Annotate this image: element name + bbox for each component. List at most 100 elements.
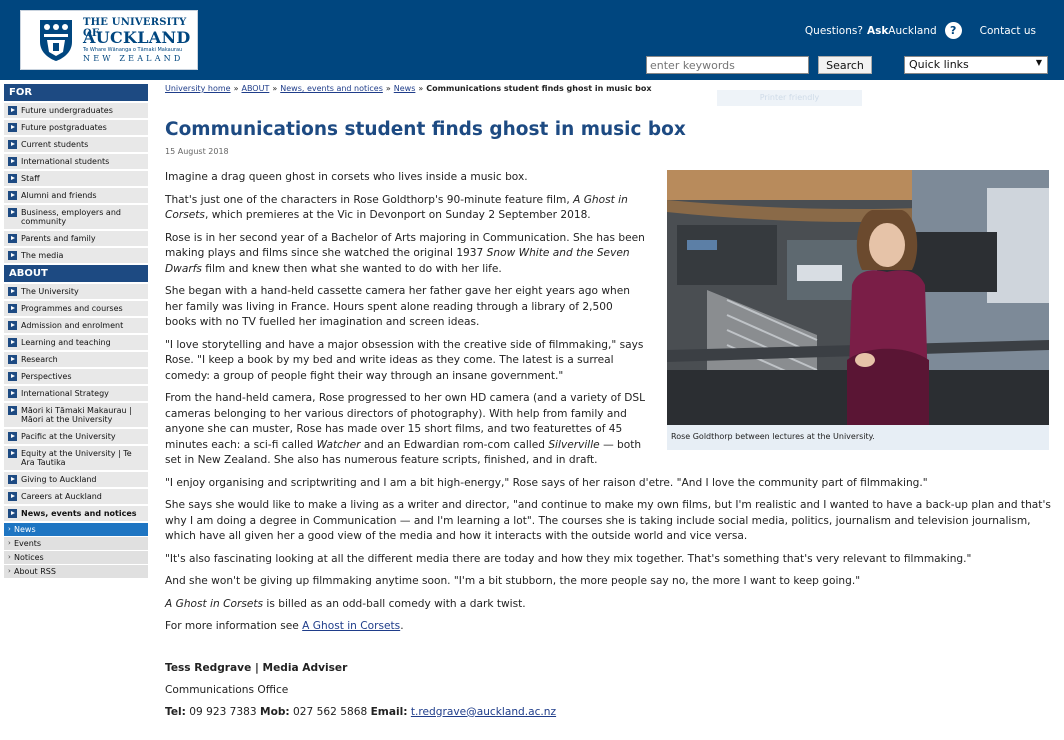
sidebar-subitem-news[interactable]: › News xyxy=(4,523,148,536)
film-title: A Ghost in Corsets xyxy=(165,597,264,610)
sidebar-subitem-rss[interactable]: › About RSS xyxy=(4,565,148,578)
sidebar-item-label: Māori ki Tāmaki Makaurau | Māori at the … xyxy=(21,406,132,424)
sidebar-subitem-label: Notices xyxy=(14,553,44,562)
article-paragraph: From the hand-held camera, Rose progress… xyxy=(165,391,647,469)
article-photo xyxy=(667,170,1049,425)
sidebar-item-university[interactable]: The University xyxy=(4,284,148,299)
sidebar-item-future-postgraduates[interactable]: Future postgraduates xyxy=(4,120,148,135)
arrow-bullet-icon xyxy=(8,492,17,501)
sidebar-item-media[interactable]: The media xyxy=(4,248,148,263)
sidebar-item-international-strategy[interactable]: International Strategy xyxy=(4,386,148,401)
sidebar-item-label: Staff xyxy=(21,174,40,183)
sidebar-subitem-notices[interactable]: › Notices xyxy=(4,551,148,564)
sidebar-item-alumni[interactable]: Alumni and friends xyxy=(4,188,148,203)
sidebar-item-pacific[interactable]: Pacific at the University xyxy=(4,429,148,444)
article-paragraph: "I love storytelling and have a major ob… xyxy=(165,338,644,382)
tel-number: 09 923 7383 xyxy=(189,705,257,718)
contact-us-link[interactable]: Contact us xyxy=(980,25,1036,37)
breadcrumb-about[interactable]: ABOUT xyxy=(241,84,269,93)
sidebar-item-parents[interactable]: Parents and family xyxy=(4,231,148,246)
sidebar-item-careers[interactable]: Careers at Auckland xyxy=(4,489,148,504)
main-content: University home» ABOUT» News, events and n… xyxy=(165,82,1055,718)
breadcrumb-university-home[interactable]: University home xyxy=(165,84,231,93)
article-date: 15 August 2018 xyxy=(165,147,229,156)
arrow-bullet-icon xyxy=(8,191,17,200)
quick-links-label: Quick links xyxy=(909,58,969,71)
sidebar-item-staff[interactable]: Staff xyxy=(4,171,148,186)
arrow-bullet-icon xyxy=(8,106,17,115)
arrow-bullet-icon xyxy=(8,140,17,149)
text-span: That's just one of the characters in Ros… xyxy=(165,193,570,206)
sidebar-item-programmes[interactable]: Programmes and courses xyxy=(4,301,148,316)
quick-links-select[interactable]: Quick links ▼ xyxy=(904,56,1048,74)
email-link[interactable]: t.redgrave@auckland.ac.nz xyxy=(411,706,556,718)
search-button[interactable]: Search xyxy=(818,56,872,74)
sidebar-subitem-events[interactable]: › Events xyxy=(4,537,148,550)
text-span: and an Edwardian rom-com called xyxy=(363,438,545,451)
article-paragraph: She began with a hand-held cassette came… xyxy=(165,285,630,328)
sidebar-item-perspectives[interactable]: Perspectives xyxy=(4,369,148,384)
email-label: Email: xyxy=(370,705,408,718)
sidebar-item-learning[interactable]: Learning and teaching xyxy=(4,335,148,350)
sidebar-item-news-events[interactable]: News, events and notices xyxy=(4,506,148,521)
breadcrumb-current: Communications student finds ghost in mu… xyxy=(426,84,652,93)
sidebar-item-current-students[interactable]: Current students xyxy=(4,137,148,152)
sidebar-item-label: Giving to Auckland xyxy=(21,475,97,484)
sidebar-item-giving[interactable]: Giving to Auckland xyxy=(4,472,148,487)
contact-office: Communications Office xyxy=(165,683,289,696)
sidebar-item-label: Careers at Auckland xyxy=(21,492,102,501)
page-title: Communications student finds ghost in mu… xyxy=(165,119,686,140)
help-icon[interactable]: ? xyxy=(944,22,962,39)
crest-icon xyxy=(40,20,72,61)
sidebar-item-label: Admission and enrolment xyxy=(21,321,124,330)
sidebar-heading-about: ABOUT xyxy=(4,265,148,282)
film-title: Watcher xyxy=(316,438,361,451)
sidebar-item-research[interactable]: Research xyxy=(4,352,148,367)
sidebar-item-label: Business, employers and community xyxy=(21,208,121,226)
caret-right-icon: › xyxy=(8,553,11,561)
sidebar-nav: FOR Future undergraduates Future postgra… xyxy=(4,84,148,579)
sidebar-item-label: Programmes and courses xyxy=(21,304,123,313)
breadcrumb-separator: » xyxy=(272,84,278,93)
article-figure: Rose Goldthorp between lectures at the U… xyxy=(667,170,1049,450)
sidebar-item-future-undergraduates[interactable]: Future undergraduates xyxy=(4,103,148,118)
text-span: , which premieres at the Vic in Devonpor… xyxy=(204,209,591,221)
mob-label: Mob: xyxy=(260,705,290,718)
sidebar-item-international-students[interactable]: International students xyxy=(4,154,148,169)
questions-text: Questions? xyxy=(804,24,863,37)
logo-text-line3: Te Whare Wānanga o Tāmaki Makaurau xyxy=(83,47,183,53)
ask-auckland-link[interactable]: AskAuckland xyxy=(867,25,937,37)
breadcrumb-news[interactable]: News xyxy=(394,84,416,93)
header-links: Questions? AskAuckland ? Contact us xyxy=(805,22,1036,39)
breadcrumb-separator: » xyxy=(233,84,239,93)
breadcrumb-news-events[interactable]: News, events and notices xyxy=(280,84,383,93)
photo-caption: Rose Goldthorp between lectures at the U… xyxy=(671,432,875,441)
contact-name: Tess Redgrave | Media Adviser xyxy=(165,661,1055,676)
article-paragraph: For more information see A Ghost in Cors… xyxy=(165,619,1055,635)
search-input[interactable] xyxy=(646,56,809,74)
caret-right-icon: › xyxy=(8,525,11,533)
sidebar-item-maori[interactable]: Māori ki Tāmaki Makaurau | Māori at the … xyxy=(4,403,148,427)
sidebar-item-label: Current students xyxy=(21,140,89,149)
mob-number: 027 562 5868 xyxy=(293,705,368,718)
contact-name-text: Tess Redgrave | Media Adviser xyxy=(165,661,348,674)
sidebar-item-equity[interactable]: Equity at the University | Te Ara Tautik… xyxy=(4,446,148,470)
arrow-bullet-icon xyxy=(8,304,17,313)
arrow-bullet-icon xyxy=(8,372,17,381)
ghost-in-corsets-link[interactable]: A Ghost in Corsets xyxy=(302,620,400,632)
sidebar-item-business[interactable]: Business, employers and community xyxy=(4,205,148,229)
sidebar-item-admission[interactable]: Admission and enrolment xyxy=(4,318,148,333)
contact-details: Tel: 09 923 7383 Mob: 027 562 5868 Email… xyxy=(165,705,1055,720)
arrow-bullet-icon xyxy=(8,509,17,518)
arrow-bullet-icon xyxy=(8,475,17,484)
university-logo[interactable]: THE UNIVERSITY OF AUCKLAND Te Whare Wāna… xyxy=(20,10,198,70)
arrow-bullet-icon xyxy=(8,406,17,415)
sidebar-item-label: The University xyxy=(21,287,79,296)
article-paragraph: A Ghost in Corsets is billed as an odd-b… xyxy=(165,597,1055,613)
sidebar-subitem-label: About RSS xyxy=(14,567,56,576)
tel-label: Tel: xyxy=(165,705,186,718)
printer-friendly-link[interactable]: Printer friendly xyxy=(717,90,862,106)
sidebar-item-label: Future postgraduates xyxy=(21,123,107,132)
arrow-bullet-icon xyxy=(8,355,17,364)
arrow-bullet-icon xyxy=(8,432,17,441)
